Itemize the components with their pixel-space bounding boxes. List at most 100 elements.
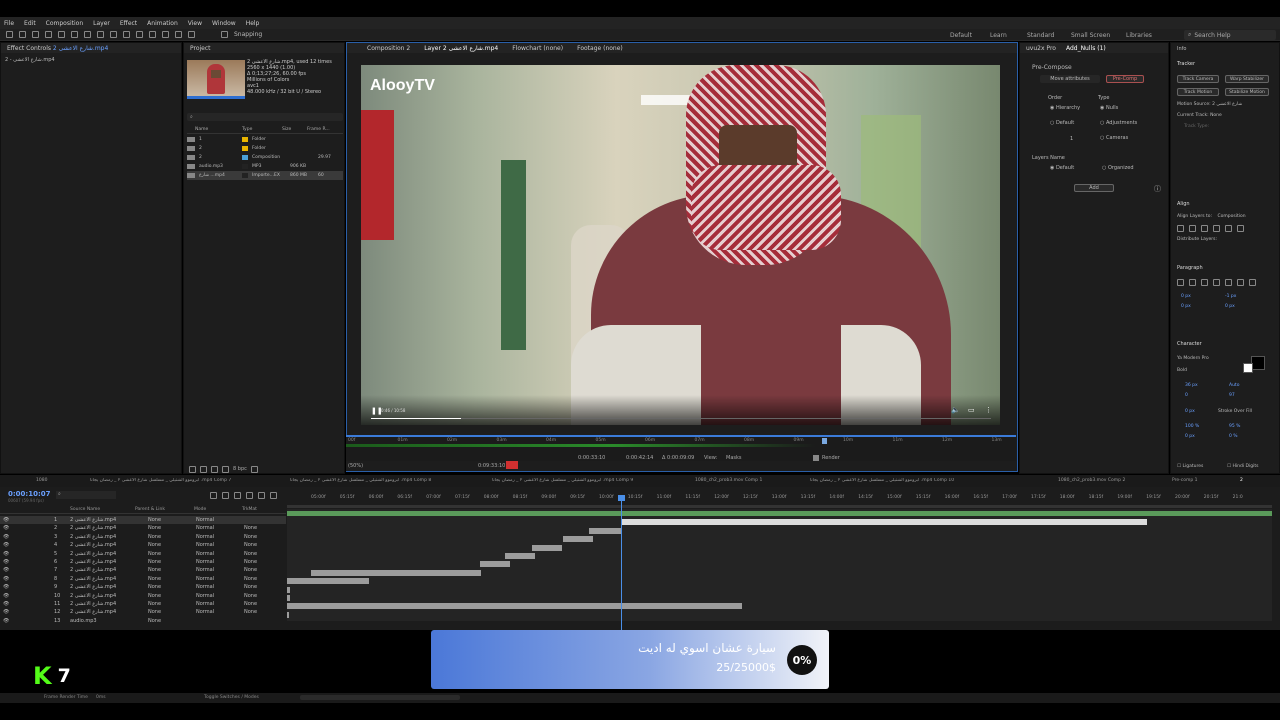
layer-duration-bar[interactable] — [287, 511, 1272, 516]
rectangle-tool-icon[interactable] — [97, 31, 104, 38]
bpc-label[interactable]: 8 bpc — [233, 466, 247, 473]
layer-source-name[interactable]: 2 شارع الاعشى.mp4 — [70, 525, 132, 531]
layer-mode-dropdown[interactable]: Normal — [196, 534, 224, 540]
col-frame-rate[interactable]: Frame R... — [307, 127, 337, 133]
layer-row[interactable]: 👁 6 2 شارع الاعشى.mp4 None Normal None — [0, 558, 286, 566]
visibility-eye-icon[interactable]: 👁 — [3, 601, 9, 607]
col-name[interactable]: Name — [187, 127, 242, 133]
project-settings-icon[interactable] — [222, 466, 229, 473]
snapping-checkbox[interactable] — [221, 31, 228, 38]
layer-duration-bar[interactable] — [505, 553, 535, 559]
graph-editor-icon[interactable] — [270, 492, 277, 499]
justify-last-left-icon[interactable] — [1213, 279, 1220, 286]
indent-right-value[interactable]: -1 px — [1225, 294, 1236, 299]
timeline-tab[interactable]: أبروموو الشتيلي _ مسلسل شارع الاعشى ٢ _ … — [290, 478, 455, 483]
layer-parent-dropdown[interactable]: None — [148, 609, 178, 615]
effect-controls-tab[interactable]: Effect Controls 2 شارع الاعشى.mp4 — [7, 45, 108, 52]
motion-source-dropdown[interactable]: 2 شارع الاعشى — [1212, 102, 1242, 107]
tsume-value[interactable]: 0 % — [1229, 434, 1238, 439]
baseline-shift-value[interactable]: 0 px — [1185, 434, 1195, 439]
align-right-icon[interactable] — [1201, 225, 1208, 232]
layer-source-name[interactable]: 2 شارع الاعشى.mp4 — [70, 517, 132, 523]
menu-window[interactable]: Window — [212, 20, 236, 27]
timeline-tab[interactable]: أبروموو الشتيلي _ مسلسل شارع الاعشى ٢ _ … — [810, 478, 980, 483]
visibility-eye-icon[interactable]: 👁 — [3, 542, 9, 548]
visibility-eye-icon[interactable]: 👁 — [3, 559, 9, 565]
layer-mode-dropdown[interactable]: Normal — [196, 584, 224, 590]
frame-blend-icon[interactable] — [246, 492, 253, 499]
visibility-eye-icon[interactable]: 👁 — [3, 593, 9, 599]
align-vcenter-icon[interactable] — [1225, 225, 1232, 232]
visibility-eye-icon[interactable]: 👁 — [3, 584, 9, 590]
shy-icon[interactable] — [234, 492, 241, 499]
tab-add-nulls[interactable]: Add_Nulls (1) — [1066, 45, 1106, 52]
trash-icon[interactable] — [250, 466, 258, 473]
layer-duration-bar[interactable] — [311, 569, 481, 576]
add-button[interactable]: Add — [1074, 184, 1114, 192]
layer-row[interactable]: 👁 7 2 شارع الاعشى.mp4 None Normal None — [0, 566, 286, 574]
leading-value[interactable]: Auto — [1229, 383, 1239, 388]
more-options-icon[interactable]: ⋮ — [985, 406, 992, 414]
layer-parent-dropdown[interactable]: None — [148, 567, 178, 573]
align-left-icon[interactable] — [1177, 225, 1184, 232]
info-icon[interactable]: ⓘ — [1154, 184, 1161, 194]
warp-stabilizer-button[interactable]: Warp Stabilizer — [1225, 75, 1269, 83]
organized-radio[interactable]: ○ Organized — [1102, 165, 1134, 171]
current-time-indicator[interactable] — [621, 495, 622, 630]
project-item-selected[interactable]: شارع ...mp4 Importe...EX 860 MB 60 — [187, 171, 343, 180]
video-preview[interactable]: AlooyTV ❚❚ 0:46 / 10:58 🔈 ▭ ⋮ — [361, 65, 1000, 425]
menu-layer[interactable]: Layer — [93, 20, 110, 27]
stroke-width-value[interactable]: 0 px — [1185, 409, 1195, 414]
menu-composition[interactable]: Composition — [46, 20, 83, 27]
default-name-radio[interactable]: ◉ Default — [1050, 165, 1074, 171]
project-item[interactable]: 2 Folder — [187, 144, 343, 153]
justify-last-center-icon[interactable] — [1225, 279, 1232, 286]
kerning-value[interactable]: 0 — [1185, 393, 1188, 398]
new-composition-icon[interactable] — [211, 466, 218, 473]
tab-uvu2x[interactable]: uvu2x Pro — [1026, 45, 1056, 52]
timeline-tab[interactable]: أبروموو الشتيلي _ مسلسل شارع الاعشى ٢ _ … — [90, 478, 250, 483]
layer-duration-bar[interactable] — [532, 544, 562, 551]
layer-mode-dropdown[interactable]: Normal — [196, 576, 224, 582]
pip-icon[interactable]: ▭ — [968, 406, 975, 414]
stroke-color-swatch[interactable] — [1243, 363, 1253, 373]
align-top-icon[interactable] — [1213, 225, 1220, 232]
draft-3d-icon[interactable] — [222, 492, 229, 499]
rotate-tool-icon[interactable] — [58, 31, 65, 38]
layer-duration-bar[interactable] — [589, 527, 622, 534]
motion-blur-icon[interactable] — [258, 492, 265, 499]
layer-source-name[interactable]: 2 شارع الاعشى.mp4 — [70, 584, 132, 590]
layer-duration-bar[interactable] — [480, 561, 510, 568]
project-search-input[interactable]: ⌕ — [187, 113, 343, 121]
layer-trkmat-dropdown[interactable]: None — [244, 576, 272, 582]
layer-parent-dropdown[interactable]: None — [148, 576, 178, 582]
hierarchy-radio[interactable]: ◉ Hierarchy — [1050, 105, 1080, 111]
layer-trkmat-dropdown[interactable]: None — [244, 567, 272, 573]
search-help-input[interactable]: ⌕ Search Help — [1184, 30, 1276, 40]
time-indicator-head[interactable] — [618, 495, 625, 501]
hand-tool-icon[interactable] — [32, 31, 39, 38]
layer-duration-bar[interactable] — [287, 578, 369, 585]
layer-source-name[interactable]: 2 شارع الاعشى.mp4 — [70, 567, 132, 573]
layer-row[interactable]: 👁 11 2 شارع الاعشى.mp4 None Normal None — [0, 600, 286, 608]
timeline-ruler[interactable]: 05:00f 05:15f 06:00f 06:15f 07:00f 07:15f 08:0… — [287, 495, 1272, 505]
visibility-eye-icon[interactable]: 👁 — [3, 534, 9, 540]
layer-duration-bar[interactable] — [287, 595, 290, 601]
layer-parent-dropdown[interactable]: None — [148, 542, 178, 548]
col-mode[interactable]: Mode — [194, 507, 206, 512]
zoom-tool-icon[interactable] — [45, 31, 52, 38]
track-camera-button[interactable]: Track Camera — [1177, 75, 1219, 83]
layer-duration-bar[interactable] — [563, 536, 593, 543]
eraser-tool-icon[interactable] — [162, 31, 169, 38]
layer-row[interactable]: 👁 5 2 شارع الاعشى.mp4 None Normal None — [0, 550, 286, 558]
layer-parent-dropdown[interactable]: None — [148, 559, 178, 565]
timeline-zoom-slider[interactable] — [300, 695, 460, 700]
fill-color-swatch[interactable] — [1251, 356, 1265, 370]
layer-parent-dropdown[interactable]: None — [148, 534, 178, 540]
layer-mode-dropdown[interactable]: Normal — [196, 609, 224, 615]
justify-left-icon[interactable] — [1177, 279, 1184, 286]
new-folder-icon[interactable] — [200, 466, 207, 473]
layer-trkmat-dropdown[interactable]: None — [244, 559, 272, 565]
layer-source-name[interactable]: 2 شارع الاعشى.mp4 — [70, 542, 132, 548]
brush-tool-icon[interactable] — [136, 31, 143, 38]
